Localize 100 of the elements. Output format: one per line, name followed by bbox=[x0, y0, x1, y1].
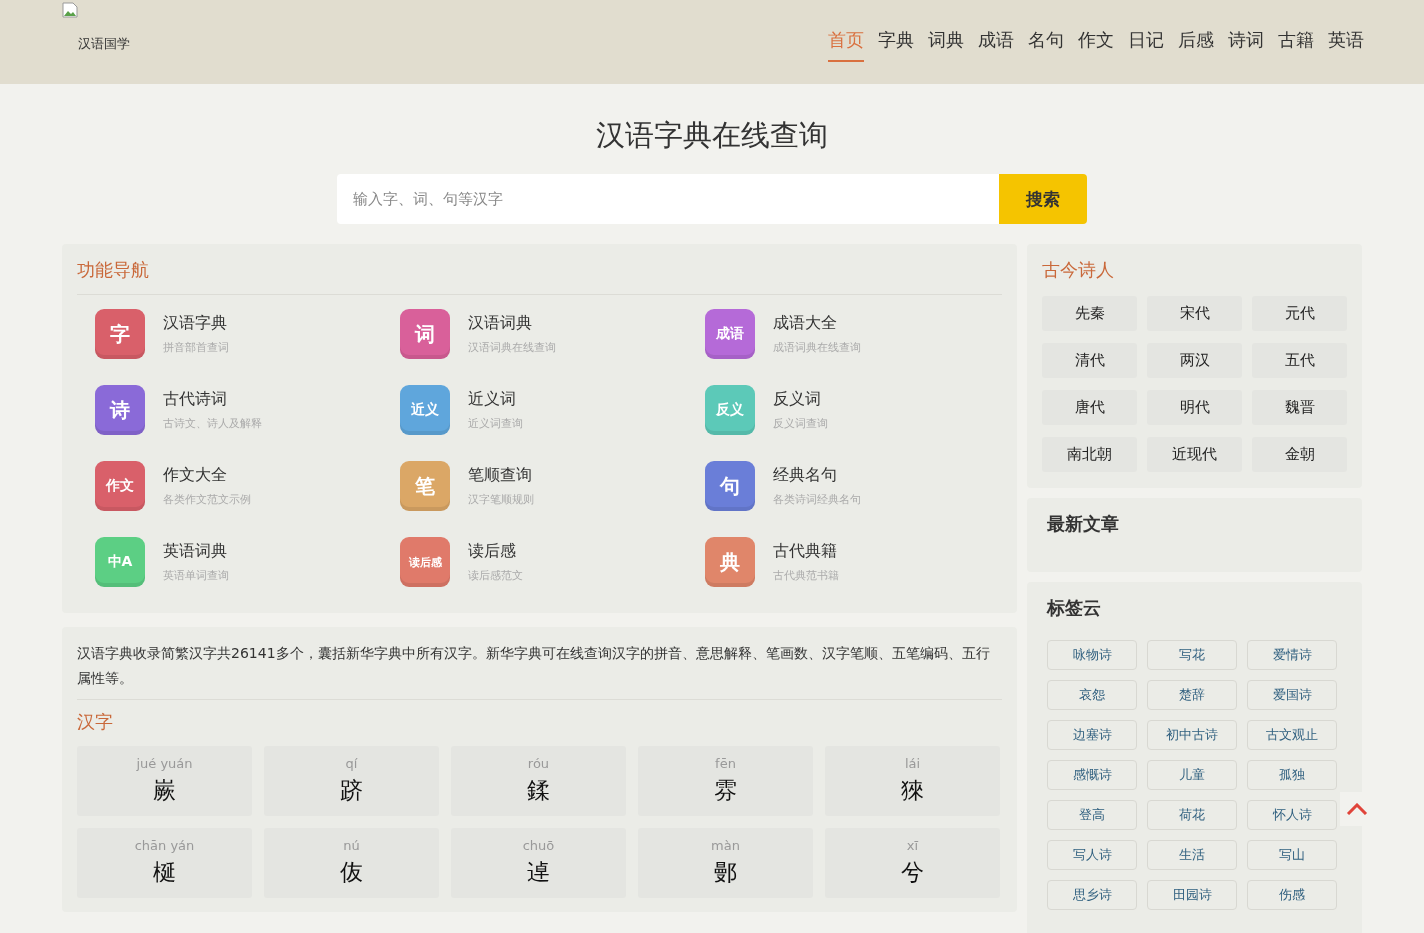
pinyin-text: xī bbox=[906, 838, 919, 853]
pinyin-text: chuō bbox=[522, 838, 555, 853]
tag-link[interactable]: 爱情诗 bbox=[1247, 640, 1337, 670]
tag-link[interactable]: 古文观止 bbox=[1247, 720, 1337, 750]
character-text: 梴 bbox=[153, 858, 176, 887]
era-link[interactable]: 清代 bbox=[1042, 343, 1137, 378]
character-text: 兮 bbox=[901, 858, 924, 887]
era-link[interactable]: 五代 bbox=[1252, 343, 1347, 378]
character-card[interactable]: róu 鍒 bbox=[451, 746, 626, 816]
era-link[interactable]: 近现代 bbox=[1147, 437, 1242, 472]
feature-name[interactable]: 汉语字典 bbox=[163, 313, 229, 334]
feature-icon[interactable]: 作文 bbox=[95, 461, 145, 511]
pinyin-text: fēn bbox=[715, 756, 736, 771]
nav-link[interactable]: 词典 bbox=[928, 28, 964, 62]
tag-link[interactable]: 楚辞 bbox=[1147, 680, 1237, 710]
character-card[interactable]: chān yán 梴 bbox=[77, 828, 252, 898]
feature-name[interactable]: 英语词典 bbox=[163, 541, 229, 562]
character-card[interactable]: nú 伖 bbox=[264, 828, 439, 898]
nav-link[interactable]: 名句 bbox=[1028, 28, 1064, 62]
feature-name[interactable]: 古代诗词 bbox=[163, 389, 262, 410]
feature-name[interactable]: 近义词 bbox=[468, 389, 523, 410]
nav-link[interactable]: 诗词 bbox=[1228, 28, 1264, 62]
era-link[interactable]: 南北朝 bbox=[1042, 437, 1137, 472]
tag-link[interactable]: 荷花 bbox=[1147, 800, 1237, 830]
character-text: 逴 bbox=[527, 858, 550, 887]
character-card[interactable]: jué yuán 嶡 bbox=[77, 746, 252, 816]
tag-link[interactable]: 登高 bbox=[1047, 800, 1137, 830]
tag-link[interactable]: 思乡诗 bbox=[1047, 880, 1137, 910]
tag-link[interactable]: 孤独 bbox=[1247, 760, 1337, 790]
character-card[interactable]: fēn 雰 bbox=[638, 746, 813, 816]
feature-name[interactable]: 汉语词典 bbox=[468, 313, 556, 334]
pinyin-text: róu bbox=[527, 756, 550, 771]
character-card[interactable]: qí 跻 bbox=[264, 746, 439, 816]
era-link[interactable]: 明代 bbox=[1147, 390, 1242, 425]
tag-link[interactable]: 感慨诗 bbox=[1047, 760, 1137, 790]
character-card[interactable]: lái 猍 bbox=[825, 746, 1000, 816]
character-text: 雰 bbox=[714, 776, 737, 805]
feature-icon[interactable]: 句 bbox=[705, 461, 755, 511]
search-field[interactable]: 输入字、词、句等汉字 bbox=[337, 174, 999, 224]
character-text: 伖 bbox=[340, 858, 363, 887]
nav-link[interactable]: 后感 bbox=[1178, 28, 1214, 62]
nav-link[interactable]: 英语 bbox=[1328, 28, 1364, 62]
site-logo-text[interactable]: 汉语国学 bbox=[78, 35, 130, 53]
feature-description: 古诗文、诗人及解释 bbox=[163, 416, 262, 431]
broken-image-icon bbox=[62, 2, 78, 18]
character-card[interactable]: chuō 逴 bbox=[451, 828, 626, 898]
nav-link[interactable]: 日记 bbox=[1128, 28, 1164, 62]
feature-name[interactable]: 古代典籍 bbox=[773, 541, 839, 562]
feature-description: 汉语词典在线查询 bbox=[468, 340, 556, 355]
nav-link[interactable]: 字典 bbox=[878, 28, 914, 62]
tag-link[interactable]: 写花 bbox=[1147, 640, 1237, 670]
tag-link[interactable]: 儿童 bbox=[1147, 760, 1237, 790]
feature-description: 近义词查询 bbox=[468, 416, 523, 431]
era-link[interactable]: 两汉 bbox=[1147, 343, 1242, 378]
tag-link[interactable]: 哀怨 bbox=[1047, 680, 1137, 710]
tag-link[interactable]: 田园诗 bbox=[1147, 880, 1237, 910]
tag-link[interactable]: 伤感 bbox=[1247, 880, 1337, 910]
feature-description: 读后感范文 bbox=[468, 568, 523, 583]
pinyin-text: nú bbox=[343, 838, 360, 853]
feature-name[interactable]: 读后感 bbox=[468, 541, 523, 562]
character-text: 鍒 bbox=[527, 776, 550, 805]
pinyin-text: lái bbox=[904, 756, 921, 771]
page-title: 汉语字典在线查询 bbox=[596, 117, 828, 154]
tag-link[interactable]: 边塞诗 bbox=[1047, 720, 1137, 750]
feature-description: 古代典范书籍 bbox=[773, 568, 839, 583]
era-link[interactable]: 先秦 bbox=[1042, 296, 1137, 331]
era-link[interactable]: 金朝 bbox=[1252, 437, 1347, 472]
era-link[interactable]: 元代 bbox=[1252, 296, 1347, 331]
tag-link[interactable]: 写山 bbox=[1247, 840, 1337, 870]
feature-name[interactable]: 笔顺查询 bbox=[468, 465, 534, 486]
search-button[interactable]: 搜索 bbox=[999, 174, 1087, 224]
tag-link[interactable]: 怀人诗 bbox=[1247, 800, 1337, 830]
tag-link[interactable]: 生活 bbox=[1147, 840, 1237, 870]
pinyin-text: qí bbox=[345, 756, 358, 771]
feature-name[interactable]: 成语大全 bbox=[773, 313, 861, 334]
era-link[interactable]: 魏晋 bbox=[1252, 390, 1347, 425]
feature-icon[interactable]: 字 bbox=[95, 309, 145, 359]
pinyin-text: jué yuán bbox=[136, 756, 193, 771]
character-text: 猍 bbox=[901, 776, 924, 805]
feature-name[interactable]: 经典名句 bbox=[773, 465, 861, 486]
character-text: 鄤 bbox=[714, 858, 737, 887]
tag-link[interactable]: 初中古诗 bbox=[1147, 720, 1237, 750]
era-link[interactable]: 唐代 bbox=[1042, 390, 1137, 425]
feature-name[interactable]: 作文大全 bbox=[163, 465, 251, 486]
nav-link[interactable]: 成语 bbox=[978, 28, 1014, 62]
pinyin-text: chān yán bbox=[134, 838, 195, 853]
character-card[interactable]: xī 兮 bbox=[825, 828, 1000, 898]
feature-name[interactable]: 反义词 bbox=[773, 389, 828, 410]
feature-description: 各类诗词经典名句 bbox=[773, 492, 861, 507]
nav-link[interactable]: 作文 bbox=[1078, 28, 1114, 62]
feature-description: 拼音部首查词 bbox=[163, 340, 229, 355]
feature-description: 反义词查询 bbox=[773, 416, 828, 431]
nav-link[interactable]: 古籍 bbox=[1278, 28, 1314, 62]
era-link[interactable]: 宋代 bbox=[1147, 296, 1242, 331]
tag-link[interactable]: 写人诗 bbox=[1047, 840, 1137, 870]
character-text: 嶡 bbox=[153, 776, 176, 805]
feature-icon[interactable]: 诗 bbox=[95, 385, 145, 435]
tag-link[interactable]: 咏物诗 bbox=[1047, 640, 1137, 670]
tag-link[interactable]: 爱国诗 bbox=[1247, 680, 1337, 710]
character-card[interactable]: màn 鄤 bbox=[638, 828, 813, 898]
